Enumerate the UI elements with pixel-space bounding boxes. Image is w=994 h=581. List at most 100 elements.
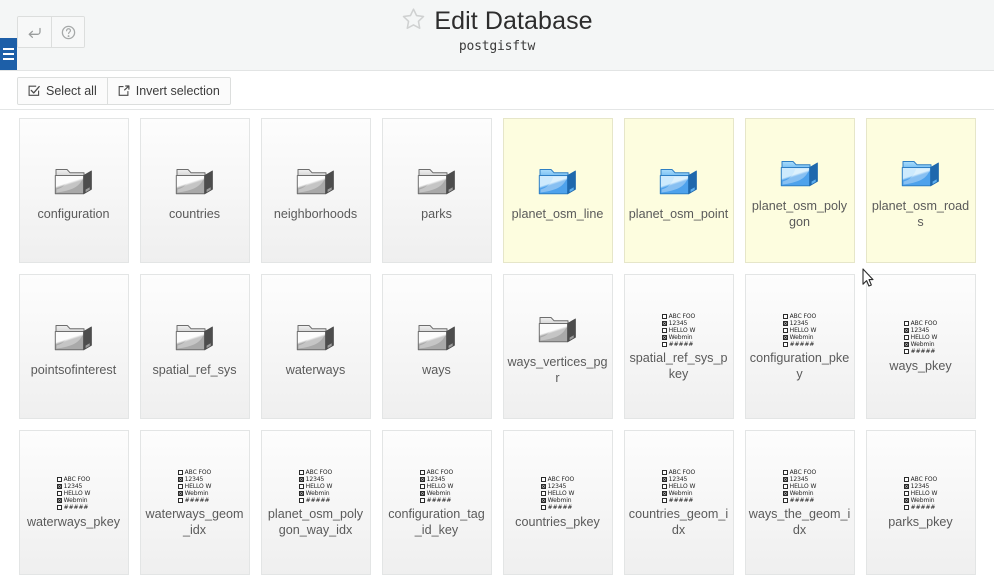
index-card[interactable]: ABC FOO 12345 HELLO W Webmin ##### parks… [866,430,976,575]
index-glyph-text: ABC FOO [790,469,816,476]
folder-gray-icon [415,159,459,205]
index-glyph-checkbox [541,498,546,503]
index-glyph-checkbox [57,491,62,496]
index-glyph-row: 12345 [662,476,696,483]
index-glyph-checkbox [904,498,909,503]
hamburger-menu-icon [3,53,14,55]
index-glyph-checkbox [904,321,909,326]
folder-blue-icon [536,159,580,205]
index-checklist-icon: ABC FOO 12345 HELLO W Webmin ##### [662,311,696,349]
index-glyph-checkbox [57,505,62,510]
table-card[interactable]: ways [382,274,492,419]
index-glyph-checkbox [904,484,909,489]
index-checklist-icon: ABC FOO 12345 HELLO W Webmin ##### [299,469,333,504]
card-label: planet_osm_roads [869,199,973,230]
index-glyph-row: 12345 [783,476,817,483]
card-label: waterways [264,363,368,379]
index-glyph-checkbox [299,484,304,489]
index-glyph-row: HELLO W [662,327,696,334]
index-card[interactable]: ABC FOO 12345 HELLO W Webmin ##### confi… [382,430,492,575]
table-card[interactable]: planet_osm_point [624,118,734,263]
table-card[interactable]: configuration [19,118,129,263]
index-checklist-icon: ABC FOO 12345 HELLO W Webmin ##### [662,313,696,348]
invert-selection-label: Invert selection [136,84,220,98]
index-glyph-row: ABC FOO [420,469,454,476]
invert-selection-button[interactable]: Invert selection [107,78,230,104]
index-glyph-text: 12345 [427,476,446,483]
sidebar-toggle-button[interactable] [0,38,17,70]
index-glyph-row: ABC FOO [662,469,696,476]
index-glyph-text: HELLO W [427,483,454,490]
index-glyph-checkbox [783,484,788,489]
index-checklist-icon: ABC FOO 12345 HELLO W Webmin ##### [904,476,938,511]
index-glyph-row: 12345 [541,483,575,490]
index-card[interactable]: ABC FOO 12345 HELLO W Webmin ##### ways_… [866,274,976,419]
index-glyph-text: Webmin [185,490,209,497]
index-glyph-row: HELLO W [178,483,212,490]
index-glyph-checkbox [178,498,183,503]
index-glyph-row: ##### [783,341,817,348]
index-glyph-checkbox [420,484,425,489]
index-glyph-checkbox [57,484,62,489]
index-glyph-text: Webmin [427,490,451,497]
table-card[interactable]: planet_osm_polygon [745,118,855,263]
help-button[interactable] [51,17,84,47]
index-glyph-text: 12345 [911,483,930,490]
page-header: Edit Database postgisftw [0,0,994,71]
index-glyph-checkbox [420,477,425,482]
index-glyph-text: HELLO W [669,483,696,490]
index-glyph-text: ABC FOO [427,469,453,476]
index-glyph-row: Webmin [178,490,212,497]
card-label: spatial_ref_sys_pkey [627,351,731,382]
index-glyph-checkbox [299,470,304,475]
card-label: countries [143,207,247,223]
index-glyph-row: ABC FOO [57,476,91,483]
table-card[interactable]: neighborhoods [261,118,371,263]
index-glyph-row: Webmin [904,341,938,348]
table-card[interactable]: waterways [261,274,371,419]
index-glyph-row: HELLO W [783,483,817,490]
table-card[interactable]: spatial_ref_sys [140,274,250,419]
index-glyph-text: 12345 [548,483,567,490]
index-glyph-text: Webmin [911,497,935,504]
index-checklist-icon: ABC FOO 12345 HELLO W Webmin ##### [57,476,91,511]
card-label: pointsofinterest [22,363,126,379]
folder-gray-icon [294,315,338,361]
table-card[interactable]: countries [140,118,250,263]
table-card[interactable]: ways_vertices_pgr [503,274,613,419]
index-card[interactable]: ABC FOO 12345 HELLO W Webmin ##### count… [624,430,734,575]
index-glyph-checkbox [57,477,62,482]
index-glyph-text: 12345 [306,476,325,483]
card-label: ways [385,363,489,379]
index-card[interactable]: ABC FOO 12345 HELLO W Webmin ##### plane… [261,430,371,575]
index-glyph-text: HELLO W [64,490,91,497]
card-label: configuration_tag_id_key [385,507,489,538]
index-card[interactable]: ABC FOO 12345 HELLO W Webmin ##### water… [140,430,250,575]
index-glyph-checkbox [904,477,909,482]
index-card[interactable]: ABC FOO 12345 HELLO W Webmin ##### confi… [745,274,855,419]
table-card[interactable]: parks [382,118,492,263]
index-glyph-row: ##### [541,504,575,511]
index-card[interactable]: ABC FOO 12345 HELLO W Webmin ##### count… [503,430,613,575]
table-card[interactable]: planet_osm_line [503,118,613,263]
select-all-button[interactable]: Select all [18,78,107,104]
back-button[interactable] [18,17,51,47]
card-label: planet_osm_polygon [748,199,852,230]
title-block: Edit Database postgisftw [0,7,994,54]
index-glyph-text: HELLO W [790,327,817,334]
index-glyph-text: HELLO W [790,483,817,490]
index-checklist-icon: ABC FOO 12345 HELLO W Webmin ##### [178,469,212,504]
folder-gray-icon [173,315,217,361]
table-card[interactable]: planet_osm_roads [866,118,976,263]
index-card[interactable]: ABC FOO 12345 HELLO W Webmin ##### water… [19,430,129,575]
index-glyph-checkbox [662,335,667,340]
index-glyph-checkbox [904,335,909,340]
index-glyph-checkbox [783,477,788,482]
card-label: spatial_ref_sys [143,363,247,379]
index-glyph-text: 12345 [669,320,688,327]
star-outline-icon[interactable] [401,7,426,36]
index-glyph-row: ABC FOO [299,469,333,476]
index-card[interactable]: ABC FOO 12345 HELLO W Webmin ##### ways_… [745,430,855,575]
table-card[interactable]: pointsofinterest [19,274,129,419]
index-card[interactable]: ABC FOO 12345 HELLO W Webmin ##### spati… [624,274,734,419]
